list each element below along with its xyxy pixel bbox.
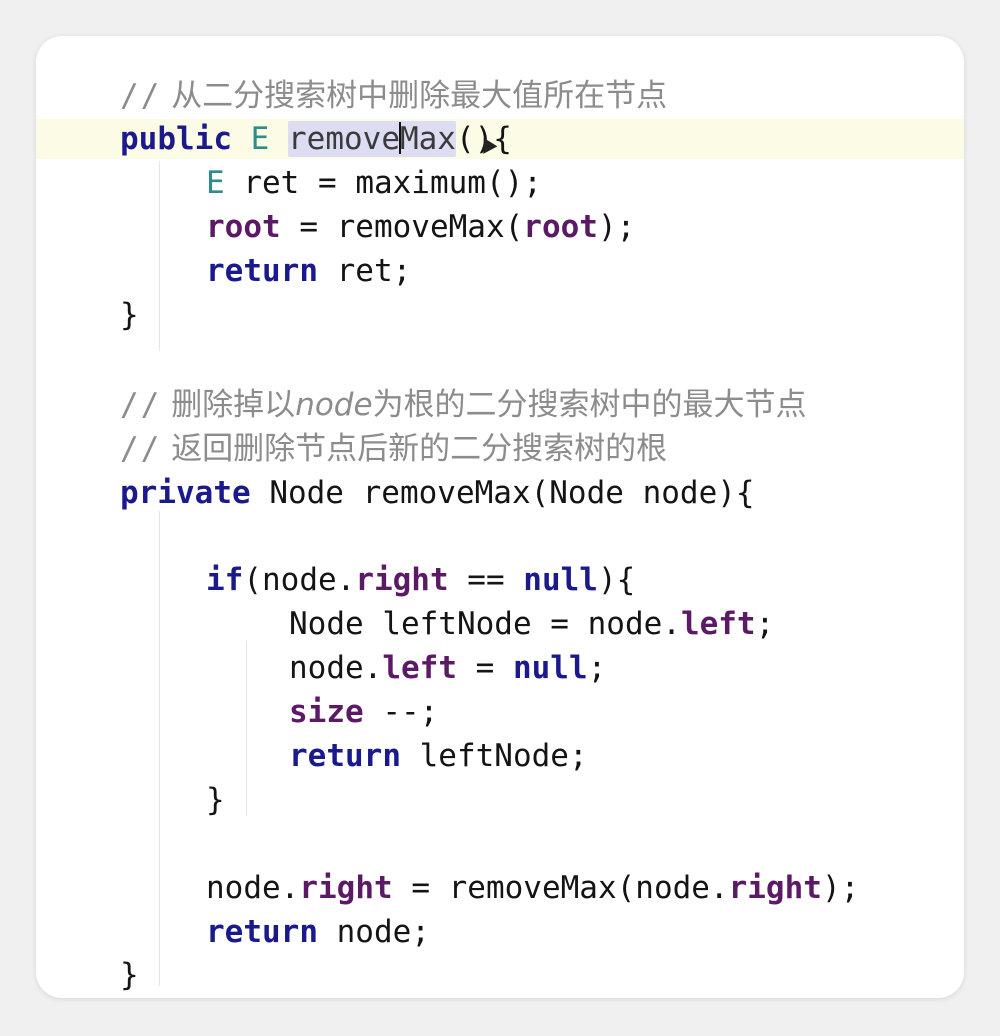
keyword-private: private: [120, 475, 251, 511]
comment-text: 删除掉以: [171, 387, 296, 423]
selected-method-name[interactable]: removeMax: [288, 121, 456, 157]
code-text: ;: [755, 606, 775, 642]
code-text: node;: [317, 914, 430, 950]
field-root: root: [206, 209, 281, 245]
code-editor-card: // 从二分搜索树中删除最大值所在节点 public E removeMax()…: [36, 36, 964, 998]
comment-text: node: [295, 387, 373, 423]
type-e: E: [250, 121, 270, 157]
code-text: = removeMax(node.: [392, 870, 729, 906]
code-line[interactable]: if(node.right == null){: [120, 558, 635, 602]
code-line[interactable]: }: [120, 293, 139, 337]
type-e: E: [206, 165, 225, 201]
code-line-comment-3: // 返回删除节点后新的二分搜索树的根: [120, 427, 667, 471]
comment-slashes: //: [120, 387, 162, 423]
method-name-part: remove: [288, 121, 400, 157]
close-brace: }: [120, 297, 139, 333]
code-line[interactable]: node.left = null;: [120, 646, 606, 690]
keyword-public: public: [120, 121, 232, 157]
method-name-part: Max: [399, 121, 456, 157]
code-line[interactable]: root = removeMax(root);: [120, 205, 635, 249]
code-text: Node removeMax(Node node){: [250, 475, 755, 511]
keyword-return: return: [206, 253, 318, 289]
code-text: );: [821, 870, 860, 906]
code-text: node.: [289, 650, 383, 686]
code-text: ){: [597, 562, 636, 598]
field-size: size: [289, 694, 364, 730]
code-line-private-signature[interactable]: private Node removeMax(Node node){: [120, 471, 755, 515]
code-line[interactable]: size --;: [120, 690, 438, 734]
code-text: ;: [587, 650, 607, 686]
code-line[interactable]: return ret;: [120, 249, 411, 293]
code-text: Node leftNode = node.: [289, 606, 681, 642]
close-brace: }: [206, 782, 225, 818]
code-line-comment-2: // 删除掉以node为根的二分搜索树中的最大节点: [120, 383, 807, 427]
comment-text: 为根的二分搜索树中的最大节点: [372, 387, 807, 423]
code-line[interactable]: }: [120, 778, 225, 822]
code-line[interactable]: return leftNode;: [120, 734, 588, 778]
code-line[interactable]: Node leftNode = node.left;: [120, 602, 774, 646]
code-line-comment-1: // 从二分搜索树中删除最大值所在节点: [120, 74, 667, 118]
keyword-null: null: [512, 650, 588, 686]
field-right: right: [299, 870, 393, 906]
comment-slashes: //: [120, 78, 162, 114]
close-brace: }: [120, 957, 139, 993]
code-text: --;: [363, 694, 439, 730]
code-line[interactable]: }: [120, 953, 139, 997]
code-line-method-signature[interactable]: public E removeMax(){: [120, 117, 512, 161]
code-text: =: [456, 650, 513, 686]
keyword-return: return: [289, 738, 401, 774]
keyword-null: null: [523, 562, 598, 598]
keyword-return: return: [206, 914, 318, 950]
code-text: ==: [448, 562, 524, 598]
code-text: ret;: [317, 253, 412, 289]
comment-text: 从二分搜索树中删除最大值所在节点: [171, 78, 668, 114]
code-text: ret = maximum();: [224, 165, 542, 201]
field-left: left: [680, 606, 756, 642]
comment-text: 返回删除节点后新的二分搜索树的根: [171, 431, 668, 467]
field-left: left: [382, 650, 457, 686]
code-text: leftNode;: [400, 738, 588, 774]
field-right: right: [728, 870, 822, 906]
comment-slashes: //: [120, 431, 162, 467]
code-line[interactable]: E ret = maximum();: [120, 161, 542, 205]
code-line[interactable]: return node;: [120, 910, 430, 954]
code-text: node.: [206, 870, 300, 906]
code-line[interactable]: node.right = removeMax(node.right);: [120, 866, 859, 910]
code-text: (node.: [243, 562, 356, 598]
field-right: right: [355, 562, 449, 598]
code-text: = removeMax(: [280, 209, 524, 245]
keyword-if: if: [206, 562, 244, 598]
field-root: root: [523, 209, 598, 245]
code-text: );: [597, 209, 636, 245]
